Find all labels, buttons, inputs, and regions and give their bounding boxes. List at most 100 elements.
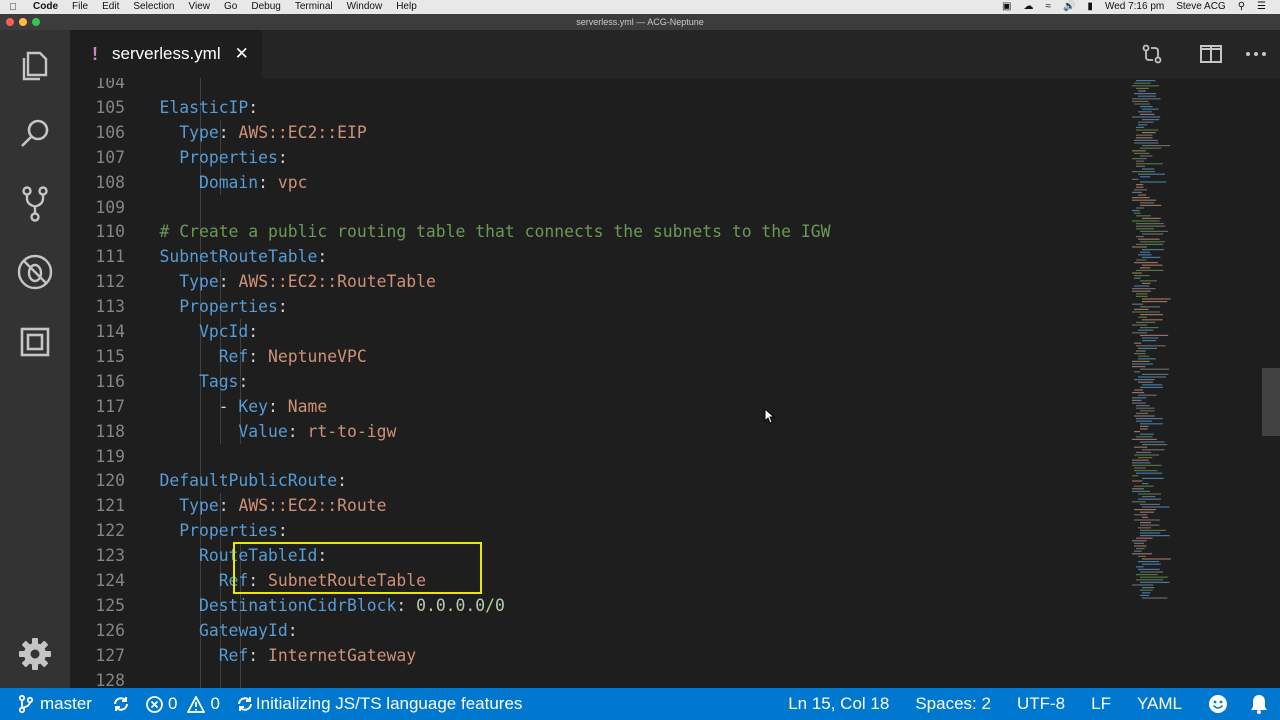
code-line[interactable]: Value: rt-to-igw [120, 422, 396, 441]
extensions-icon[interactable] [15, 322, 55, 362]
tab-serverless-yml[interactable]: ! serverless.yml ✕ [70, 30, 262, 78]
problems-indicator[interactable]: 0 0 [146, 694, 220, 714]
error-count: 0 [167, 694, 178, 713]
language-mode[interactable]: YAML [1137, 694, 1182, 714]
yaml-comment: # Create a public routing table that con… [159, 222, 831, 242]
debug-icon[interactable] [15, 252, 55, 292]
yaml-value: AWS::EC2::RouteTable [238, 272, 436, 292]
mouse-cursor-icon [764, 408, 776, 424]
menu-go[interactable]: Go [217, 0, 244, 14]
menu-terminal[interactable]: Terminal [288, 0, 340, 14]
code-line[interactable]: Ref: NeptuneVPC [120, 347, 367, 366]
close-tab-icon[interactable]: ✕ [235, 44, 249, 64]
yaml-key: Value [238, 421, 288, 441]
menu-window[interactable]: Window [340, 0, 390, 14]
code-line[interactable]: Domain: vpc [120, 173, 308, 192]
minimize-window-button[interactable] [19, 18, 27, 26]
wifi-icon[interactable]: ≈ [1039, 0, 1057, 14]
code-line[interactable]: Type: AWS::EC2::EIP [120, 123, 367, 142]
line-number: 109 [95, 197, 125, 217]
code-line[interactable]: Type: AWS::EC2::RouteTable [120, 272, 436, 291]
split-editor-icon[interactable] [1199, 42, 1223, 66]
scrollbar-thumb[interactable] [1262, 368, 1280, 436]
code-line[interactable]: VpcId: [120, 322, 258, 341]
code-line[interactable]: GatewayId: [120, 621, 298, 640]
warning-count: 0 [210, 694, 220, 713]
code-line[interactable]: Ref: InternetGateway [120, 646, 416, 665]
line-number: 117 [95, 396, 125, 416]
code-line[interactable]: DestinationCidrBlock: 0.0.0.0/0 [120, 596, 505, 615]
menu-file[interactable]: File [65, 0, 95, 14]
warning-icon [187, 695, 206, 713]
battery-icon[interactable]: ▮ [1081, 0, 1099, 14]
error-icon [146, 695, 163, 713]
window-title: serverless.yml — ACG-Neptune [576, 17, 704, 27]
code-line[interactable]: DefaultPublicRoute: [120, 471, 347, 490]
menu-app-name[interactable]: Code [26, 0, 65, 14]
line-number: 110 [95, 222, 125, 242]
volume-icon[interactable]: 🔊 [1057, 0, 1081, 14]
menu-view[interactable]: View [182, 0, 218, 14]
encoding-setting[interactable]: UTF-8 [1017, 694, 1065, 714]
code-line[interactable]: SubnetRouteTable: [120, 247, 327, 266]
code-text: : [337, 471, 347, 491]
yaml-key: SubnetRouteTable [159, 247, 318, 267]
more-actions-icon[interactable] [1244, 42, 1268, 66]
search-icon[interactable] [15, 114, 55, 154]
code-line[interactable]: Properties: [120, 148, 288, 167]
menu-extras: ▣ ☁ ≈ 🔊 ▮ Wed 7:16 pm Steve ACG ⚲ ☰ [996, 0, 1280, 14]
language-service-status[interactable]: Initializing JS/TS language features [236, 694, 523, 714]
eol-setting[interactable]: LF [1091, 694, 1111, 714]
code-line[interactable]: - Key: Name [120, 397, 328, 416]
code-editor[interactable]: 104 105 ElasticIP: 106 Type: AWS::EC2::EIP… [70, 78, 1130, 688]
code-line[interactable]: Properties: [120, 521, 288, 540]
feedback-smiley-icon[interactable] [1208, 694, 1228, 714]
editor-tab-bar: ! serverless.yml ✕ [70, 30, 1280, 78]
code-text: : [287, 421, 308, 441]
explorer-icon[interactable] [15, 46, 55, 86]
line-number: 127 [95, 645, 125, 665]
indentation-setting[interactable]: Spaces: 2 [915, 694, 991, 714]
code-line[interactable]: # Create a public routing table that con… [120, 222, 831, 242]
cloud-icon[interactable]: ☁ [1017, 0, 1039, 14]
cursor-position[interactable]: Ln 15, Col 18 [788, 694, 889, 714]
yaml-key: Type [179, 272, 219, 292]
zoom-window-button[interactable] [32, 18, 40, 26]
yaml-key: Type [179, 122, 219, 142]
line-number: 105 [95, 97, 125, 117]
code-line[interactable]: Type: AWS::EC2::Route [120, 496, 386, 515]
yaml-key: Properties [179, 147, 278, 167]
settings-gear-icon[interactable] [15, 634, 55, 674]
code-text: : [258, 172, 278, 192]
line-number: 108 [95, 172, 125, 192]
yaml-file-icon: ! [92, 43, 98, 64]
open-changes-icon[interactable] [1140, 42, 1164, 66]
user-name[interactable]: Steve ACG [1170, 0, 1231, 14]
notifications-bell-icon[interactable] [1250, 694, 1268, 714]
spotlight-icon[interactable]: ⚲ [1232, 0, 1251, 14]
sync-icon[interactable] [112, 695, 130, 713]
menu-help[interactable]: Help [389, 0, 424, 14]
close-window-button[interactable] [6, 18, 14, 26]
menu-edit[interactable]: Edit [95, 0, 126, 14]
minimap[interactable] [1130, 78, 1260, 688]
menu-selection[interactable]: Selection [126, 0, 181, 14]
menu-debug[interactable]: Debug [244, 0, 287, 14]
code-line[interactable]: Tags: [120, 372, 248, 391]
notification-list-icon[interactable]: ☰ [1251, 0, 1272, 14]
vertical-scrollbar[interactable] [1262, 78, 1280, 688]
status-message: Initializing JS/TS language features [255, 694, 523, 713]
clock[interactable]: Wed 7:16 pm [1099, 0, 1170, 14]
code-line[interactable]: ElasticIP: [120, 98, 258, 117]
code-line[interactable]: Properties: [120, 297, 288, 316]
apple-icon[interactable]:  [0, 2, 26, 13]
screen-record-icon[interactable]: ▣ [996, 0, 1017, 14]
source-control-icon[interactable] [15, 184, 55, 224]
branch-indicator[interactable]: master [18, 694, 92, 714]
